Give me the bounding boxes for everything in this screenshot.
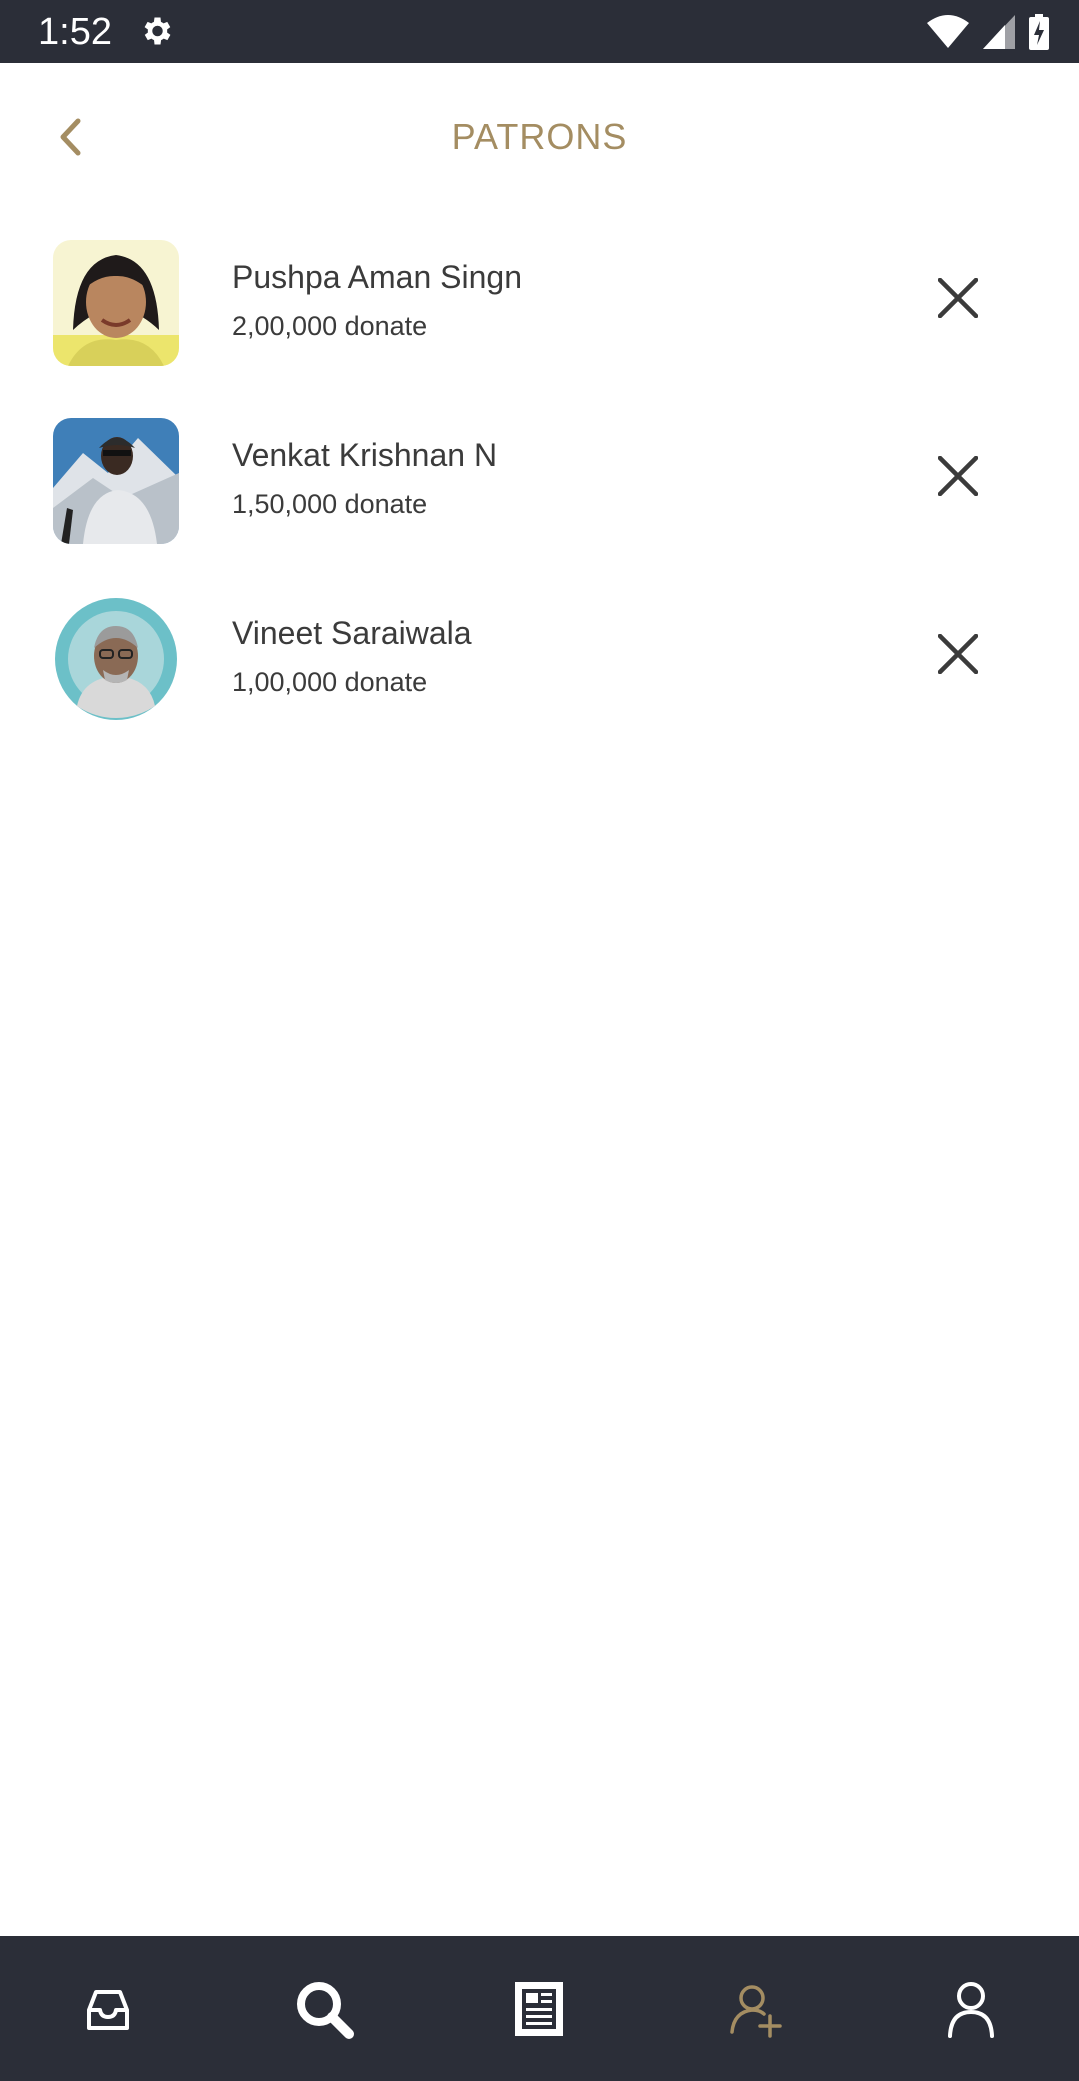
avatar [53, 596, 179, 722]
add-patron-icon [730, 1984, 783, 2038]
list-item[interactable]: Venkat Krishnan N 1,50,000 donate [0, 408, 1079, 586]
search-icon [296, 1981, 354, 2039]
remove-patron-button[interactable] [930, 626, 986, 682]
nav-documents[interactable] [479, 1959, 599, 2059]
profile-icon [948, 1981, 995, 2038]
wifi-icon [927, 15, 969, 48]
status-time: 1:52 [38, 11, 112, 53]
patron-amount: 1,50,000 donate [232, 489, 428, 519]
close-icon [938, 278, 978, 318]
gear-icon [144, 17, 171, 45]
nav-add-patron[interactable] [695, 1959, 815, 2059]
status-icons [927, 12, 1049, 52]
avatar [53, 240, 179, 366]
patron-name: Vineet Saraiwala [232, 615, 472, 651]
status-bar: 1:52 [0, 0, 1079, 63]
nav-search[interactable] [264, 1959, 384, 2059]
battery-charging-icon [1029, 14, 1049, 50]
list-item[interactable]: Vineet Saraiwala 1,00,000 donate [0, 586, 1079, 764]
inbox-icon [86, 1989, 129, 2030]
patron-amount: 2,00,000 donate [232, 311, 428, 341]
bottom-nav [0, 1936, 1079, 2081]
close-icon [938, 634, 978, 674]
nav-profile[interactable] [911, 1959, 1031, 2059]
header: PATRONS [0, 63, 1079, 213]
cellular-signal-icon [983, 15, 1015, 49]
close-icon [938, 456, 978, 496]
remove-patron-button[interactable] [930, 270, 986, 326]
list-item[interactable]: Pushpa Aman Singn 2,00,000 donate [0, 230, 1079, 408]
page-title: PATRONS [451, 116, 628, 157]
patron-name: Venkat Krishnan N [232, 437, 498, 473]
document-icon [515, 1981, 564, 2036]
patron-name: Pushpa Aman Singn [232, 259, 522, 295]
remove-patron-button[interactable] [930, 448, 986, 504]
avatar [53, 418, 179, 544]
patron-list: Pushpa Aman Singn 2,00,000 donate Venkat… [0, 230, 1079, 764]
nav-inbox[interactable] [48, 1959, 168, 2059]
patron-amount: 1,00,000 donate [232, 667, 428, 697]
